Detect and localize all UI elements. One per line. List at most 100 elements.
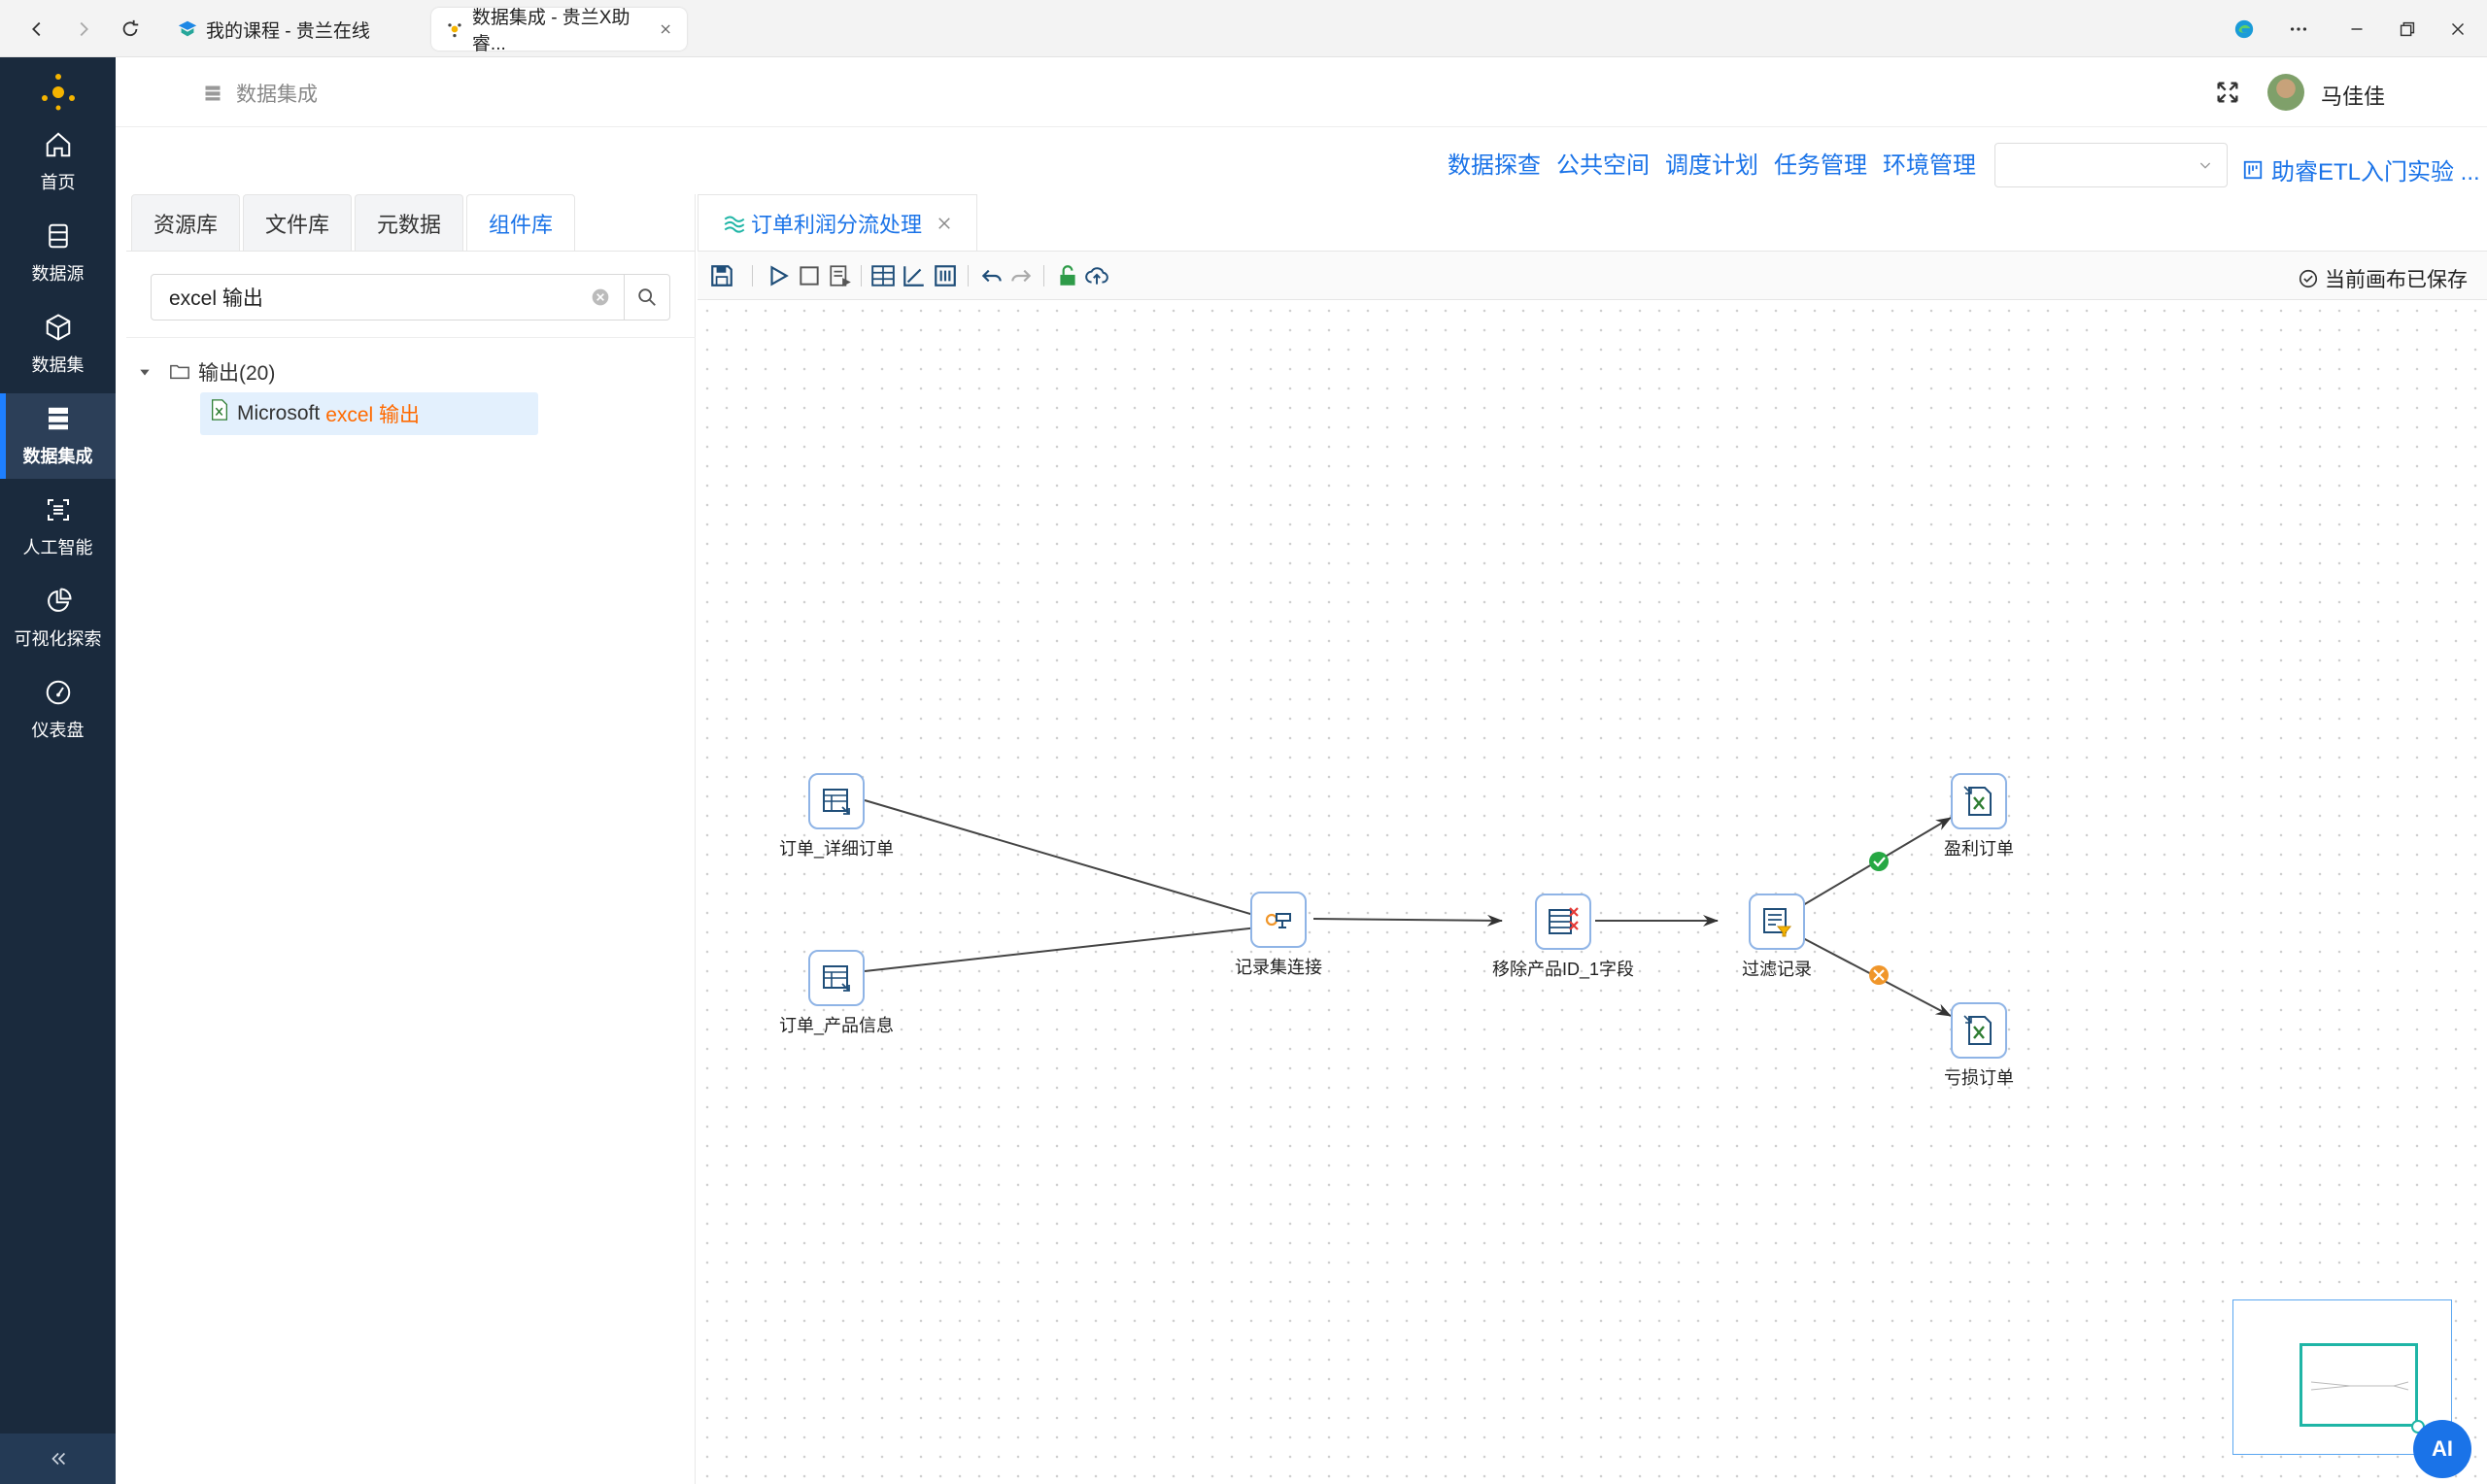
menu-task-manage[interactable]: 任务管理 bbox=[1774, 146, 1867, 180]
sidebar-item-datasource[interactable]: 数据源 bbox=[0, 211, 116, 296]
forward-button[interactable] bbox=[66, 12, 101, 47]
cube-icon bbox=[46, 314, 70, 341]
stop-icon[interactable] bbox=[797, 263, 822, 288]
editor-tab[interactable]: 订单利润分流处理 bbox=[698, 194, 977, 251]
top-menu: 数据探查 公共空间 调度计划 任务管理 环境管理 bbox=[1448, 146, 1992, 180]
preview-run-icon[interactable] bbox=[828, 263, 853, 288]
app-logo-icon bbox=[42, 74, 75, 111]
restore-button[interactable] bbox=[2390, 12, 2425, 47]
menu-data-explore[interactable]: 数据探查 bbox=[1448, 146, 1541, 180]
excel-output-icon bbox=[1963, 786, 1992, 816]
avatar[interactable] bbox=[2267, 74, 2304, 111]
flow-node-filter[interactable] bbox=[1749, 894, 1805, 950]
flow-node-product-info[interactable] bbox=[808, 950, 865, 1006]
back-button[interactable] bbox=[19, 12, 54, 47]
close-icon bbox=[2451, 22, 2465, 36]
project-link[interactable]: 助睿ETL入门实验 ... bbox=[2242, 152, 2480, 186]
toolbar-separator bbox=[861, 265, 862, 287]
caret-down-icon bbox=[140, 369, 150, 376]
search-button[interactable] bbox=[624, 274, 670, 320]
fullscreen-icon[interactable] bbox=[2214, 79, 2241, 106]
grid-icon[interactable] bbox=[933, 263, 958, 288]
project-name: 助睿ETL入门实验 ... bbox=[2271, 159, 2480, 186]
undo-icon[interactable] bbox=[979, 263, 1005, 288]
sidebar-item-label: 数据源 bbox=[31, 264, 85, 284]
window-close-button[interactable] bbox=[2440, 12, 2475, 47]
browser-tab-title: 我的课程 - 贵兰在线 bbox=[206, 20, 370, 42]
flow-node-label: 订单_详细订单 bbox=[778, 839, 895, 859]
close-icon[interactable] bbox=[936, 215, 953, 232]
clear-icon[interactable] bbox=[591, 287, 610, 307]
align-icon[interactable] bbox=[902, 263, 927, 288]
editor-tab-title: 订单利润分流处理 bbox=[751, 212, 923, 237]
browser-tab-integration[interactable]: 数据集成 - 贵兰X助睿... bbox=[431, 8, 687, 54]
tree-folder-output[interactable]: 输出(20) bbox=[138, 357, 275, 387]
flow-node-profit-orders[interactable] bbox=[1951, 773, 2007, 829]
flow-node-order-detail[interactable] bbox=[808, 773, 865, 829]
tab-resource-lib[interactable]: 资源库 bbox=[131, 194, 240, 251]
browser-tab-courses[interactable]: 我的课程 - 贵兰在线 bbox=[163, 8, 384, 51]
course-favicon-icon bbox=[178, 20, 197, 37]
more-button[interactable] bbox=[2281, 12, 2316, 47]
flow-node-record-join[interactable] bbox=[1250, 892, 1307, 948]
database-icon bbox=[48, 223, 68, 249]
flow-edge bbox=[864, 922, 1268, 972]
tab-file-lib[interactable]: 文件库 bbox=[243, 194, 352, 251]
unlock-icon[interactable] bbox=[1055, 263, 1080, 288]
edge-copilot-button[interactable] bbox=[2227, 12, 2262, 47]
tab-divider bbox=[126, 251, 696, 252]
environment-select[interactable] bbox=[1994, 143, 2228, 187]
save-icon[interactable] bbox=[709, 263, 734, 288]
minimap-viewport[interactable] bbox=[2300, 1343, 2418, 1427]
flow-node-label: 过滤记录 bbox=[1742, 960, 1812, 979]
sidebar-item-ai[interactable]: 人工智能 bbox=[0, 485, 116, 570]
redo-icon[interactable] bbox=[1008, 263, 1034, 288]
app-favicon-icon bbox=[448, 23, 461, 38]
minimize-button[interactable] bbox=[2339, 12, 2374, 47]
sidebar-item-dataset[interactable]: 数据集 bbox=[0, 302, 116, 388]
menu-public-space[interactable]: 公共空间 bbox=[1556, 146, 1650, 180]
sidebar-item-dashboard[interactable]: 仪表盘 bbox=[0, 667, 116, 753]
server-icon bbox=[48, 407, 68, 430]
ai-assistant-button[interactable]: AI bbox=[2413, 1420, 2471, 1478]
arrow-right-icon bbox=[80, 21, 88, 37]
minimize-icon bbox=[2351, 28, 2363, 30]
sidebar-item-label: 仪表盘 bbox=[31, 721, 85, 740]
refresh-button[interactable] bbox=[113, 12, 148, 47]
search-input-value: excel 输出 bbox=[169, 287, 263, 310]
sidebar-item-integration[interactable]: 数据集成 bbox=[0, 393, 116, 479]
run-icon[interactable] bbox=[766, 263, 791, 288]
panel-divider bbox=[126, 337, 696, 338]
username[interactable]: 马佳佳 bbox=[2321, 80, 2385, 111]
flow-node-remove-field[interactable] bbox=[1535, 894, 1591, 950]
menu-schedule[interactable]: 调度计划 bbox=[1665, 146, 1758, 180]
refresh-icon bbox=[122, 19, 139, 37]
flow-node-loss-orders[interactable] bbox=[1951, 1002, 2007, 1059]
flow-canvas[interactable]: 订单_详细订单 订单_产品信息 记录集连接 移除产品ID_1字段 过滤记录 盈利… bbox=[698, 301, 2487, 1484]
restore-icon bbox=[2400, 21, 2415, 37]
tab-component-lib[interactable]: 组件库 bbox=[466, 194, 575, 251]
sidebar-item-label: 数据集成 bbox=[22, 447, 93, 466]
flow-edge bbox=[864, 799, 1268, 921]
sidebar-item-visual[interactable]: 可视化探索 bbox=[0, 576, 116, 661]
flow-node-label: 亏损订单 bbox=[1944, 1068, 2014, 1088]
flow-node-label: 订单_产品信息 bbox=[778, 1016, 895, 1035]
layout-icon[interactable] bbox=[870, 263, 896, 288]
sidebar-item-label: 可视化探索 bbox=[14, 629, 102, 649]
search-input[interactable]: excel 输出 bbox=[151, 274, 647, 320]
component-panel: 资源库 文件库 元数据 组件库 excel 输出 输出(20) Microsof… bbox=[126, 194, 696, 1484]
upload-cloud-icon[interactable] bbox=[1084, 263, 1109, 288]
save-status-text: 当前画布已保存 bbox=[2325, 269, 2468, 291]
menu-env-manage[interactable]: 环境管理 bbox=[1883, 146, 1976, 180]
sidebar-item-label: 数据集 bbox=[31, 355, 85, 375]
toolbar-separator bbox=[1043, 265, 1044, 287]
tree-item-excel-output[interactable]: Microsoft excel 输出 bbox=[200, 392, 538, 435]
collapse-sidebar-button[interactable] bbox=[0, 1433, 116, 1484]
pie-chart-icon bbox=[47, 588, 72, 612]
tree-item-highlight: excel 输出 bbox=[325, 404, 421, 426]
close-icon[interactable] bbox=[658, 20, 673, 38]
canvas-toolbar: 当前画布已保存 bbox=[698, 252, 2487, 300]
sidebar-item-home[interactable]: 首页 bbox=[0, 119, 116, 205]
tab-metadata[interactable]: 元数据 bbox=[355, 194, 463, 251]
toolbar-separator bbox=[752, 265, 753, 287]
